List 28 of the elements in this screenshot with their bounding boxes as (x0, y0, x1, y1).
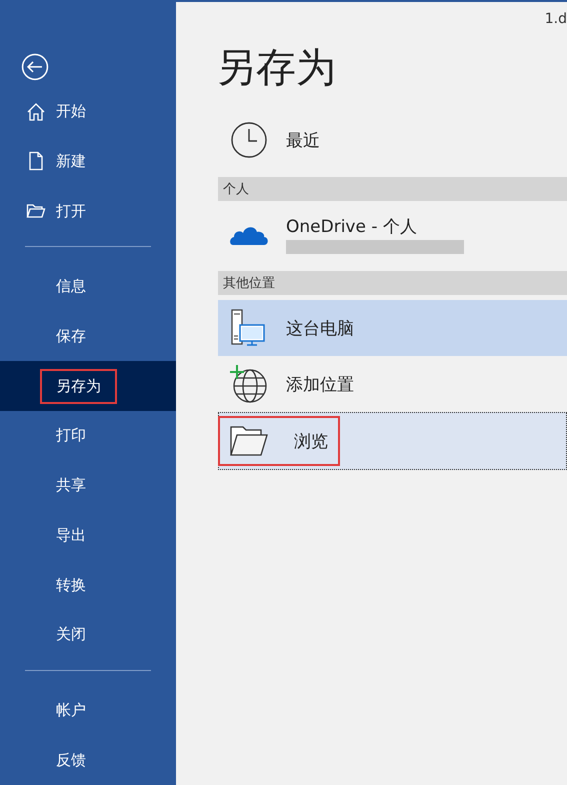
clock-icon (230, 121, 268, 159)
back-icon[interactable] (21, 53, 49, 81)
location-item[interactable]: 这台电脑 (218, 300, 567, 356)
location-item[interactable]: OneDrive - 个人 (218, 206, 567, 262)
page-title: 另存为 (216, 44, 337, 92)
sidebar-item[interactable]: 反馈 (0, 735, 176, 785)
sidebar-item[interactable]: 帐户 (0, 686, 176, 736)
sidebar-item[interactable]: 打开 (0, 186, 176, 236)
location-item[interactable]: 最近 (218, 112, 567, 168)
sidebar-item[interactable]: 信息 (0, 262, 176, 312)
section-header: 个人 (218, 177, 567, 201)
sidebar-item[interactable]: 转换 (0, 560, 176, 610)
globe-add-icon (229, 364, 269, 404)
sidebar-item[interactable]: 导出 (0, 510, 176, 560)
sidebar-item[interactable]: 保存 (0, 312, 176, 362)
sidebar-item[interactable]: 共享 (0, 460, 176, 510)
location-item[interactable]: 添加位置 (218, 356, 567, 412)
section-header: 其他位置 (218, 271, 567, 295)
sidebar-item[interactable]: 开始 (0, 86, 176, 137)
sidebar-item[interactable]: 另存为 (0, 361, 176, 412)
sidebar-item[interactable]: 新建 (0, 136, 176, 186)
document-name: 1.d (544, 11, 567, 27)
location-item[interactable]: 浏览 (218, 412, 567, 470)
sidebar-item[interactable]: 关闭 (0, 610, 176, 660)
highlight-frame: 浏览 (220, 418, 338, 464)
home-icon (26, 102, 46, 122)
sidebar-item[interactable]: 打印 (0, 411, 176, 461)
folder-icon (229, 424, 269, 458)
